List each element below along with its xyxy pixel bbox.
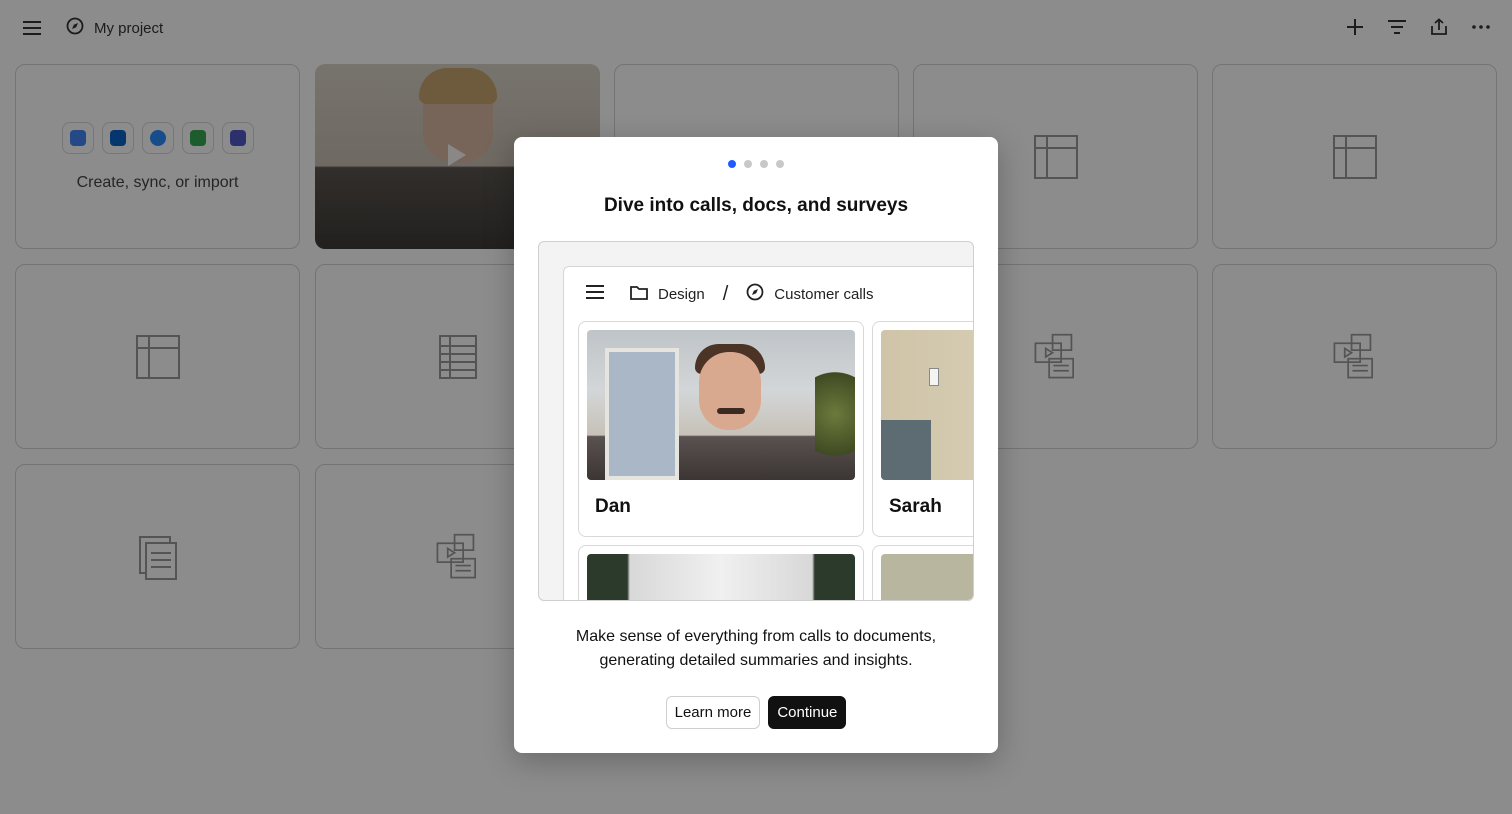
modal-description: Make sense of everything from calls to d… bbox=[575, 628, 937, 669]
person-card bbox=[872, 545, 973, 600]
compass-icon bbox=[746, 283, 764, 305]
photo-frame bbox=[929, 368, 939, 386]
hamburger-menu-icon bbox=[586, 285, 604, 303]
photo-chair bbox=[881, 420, 931, 480]
breadcrumb-page: Customer calls bbox=[746, 283, 873, 305]
photo-face bbox=[699, 352, 761, 430]
preview-window: Design / Customer calls Dan Sarah bbox=[563, 266, 973, 600]
step-pager bbox=[514, 160, 998, 168]
modal-title: Dive into calls, docs, and surveys bbox=[603, 195, 909, 216]
preview-breadcrumb: Design / Customer calls bbox=[586, 282, 873, 305]
modal-actions: Learn more Continue bbox=[514, 696, 998, 729]
step-dot[interactable] bbox=[760, 160, 768, 168]
feature-preview: Design / Customer calls Dan Sarah bbox=[538, 241, 974, 601]
person-photo bbox=[587, 554, 855, 600]
person-name: Dan bbox=[595, 496, 631, 517]
photo-plant bbox=[815, 370, 855, 480]
person-card bbox=[578, 545, 864, 600]
onboarding-modal: Dive into calls, docs, and surveys Desig… bbox=[514, 137, 998, 753]
photo-mustache bbox=[717, 408, 745, 414]
person-photo bbox=[587, 330, 855, 480]
breadcrumb-folder: Design bbox=[630, 285, 705, 304]
learn-more-button[interactable]: Learn more bbox=[665, 696, 761, 729]
person-photo bbox=[881, 330, 973, 480]
step-dot-active[interactable] bbox=[728, 160, 736, 168]
person-name: Sarah bbox=[889, 496, 942, 517]
step-dot[interactable] bbox=[776, 160, 784, 168]
breadcrumb-folder-label: Design bbox=[658, 285, 705, 303]
breadcrumb-separator: / bbox=[722, 282, 729, 305]
folder-icon bbox=[630, 285, 648, 304]
person-photo bbox=[881, 554, 973, 600]
breadcrumb-page-label: Customer calls bbox=[774, 285, 874, 303]
photo-window bbox=[605, 348, 679, 480]
step-dot[interactable] bbox=[744, 160, 752, 168]
person-card: Dan bbox=[578, 321, 864, 537]
person-card: Sarah bbox=[872, 321, 973, 537]
continue-button[interactable]: Continue bbox=[768, 696, 847, 729]
